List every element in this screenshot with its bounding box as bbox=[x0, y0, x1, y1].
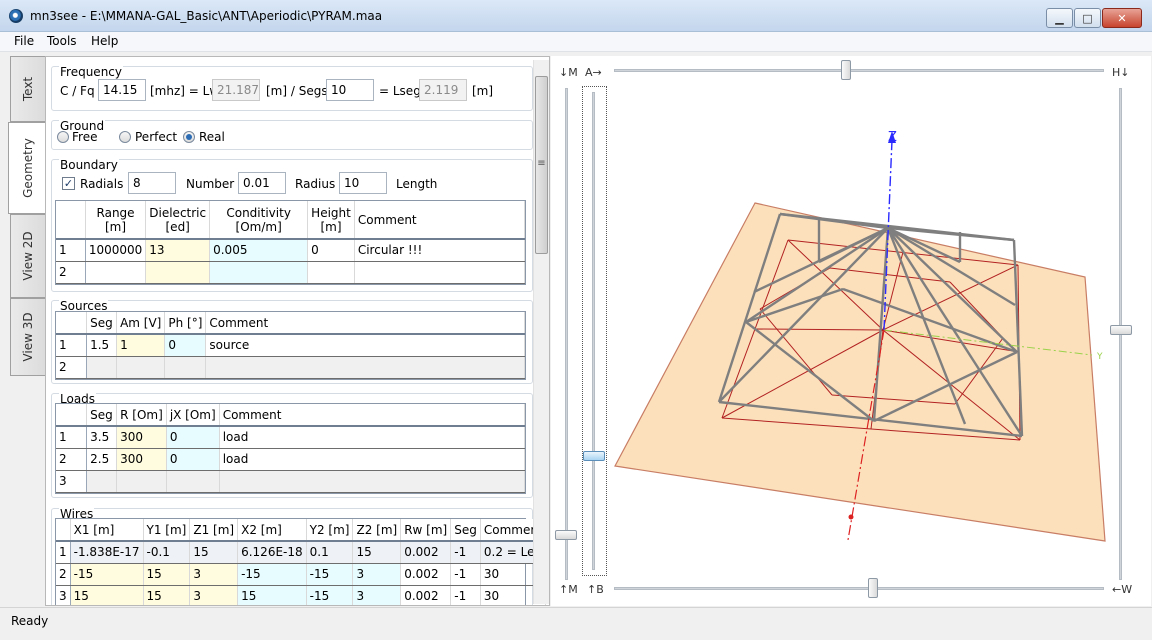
antenna-3d-view[interactable]: Z Y bbox=[0, 0, 1152, 640]
ground-plane-fill bbox=[614, 202, 1106, 542]
y-axis-label: Y bbox=[1096, 352, 1103, 362]
ground-plane bbox=[614, 202, 1106, 542]
x-axis-end bbox=[848, 514, 854, 520]
status-text: Ready bbox=[11, 614, 49, 628]
status-bar bbox=[0, 607, 1152, 640]
z-axis-label: Z bbox=[888, 130, 897, 145]
